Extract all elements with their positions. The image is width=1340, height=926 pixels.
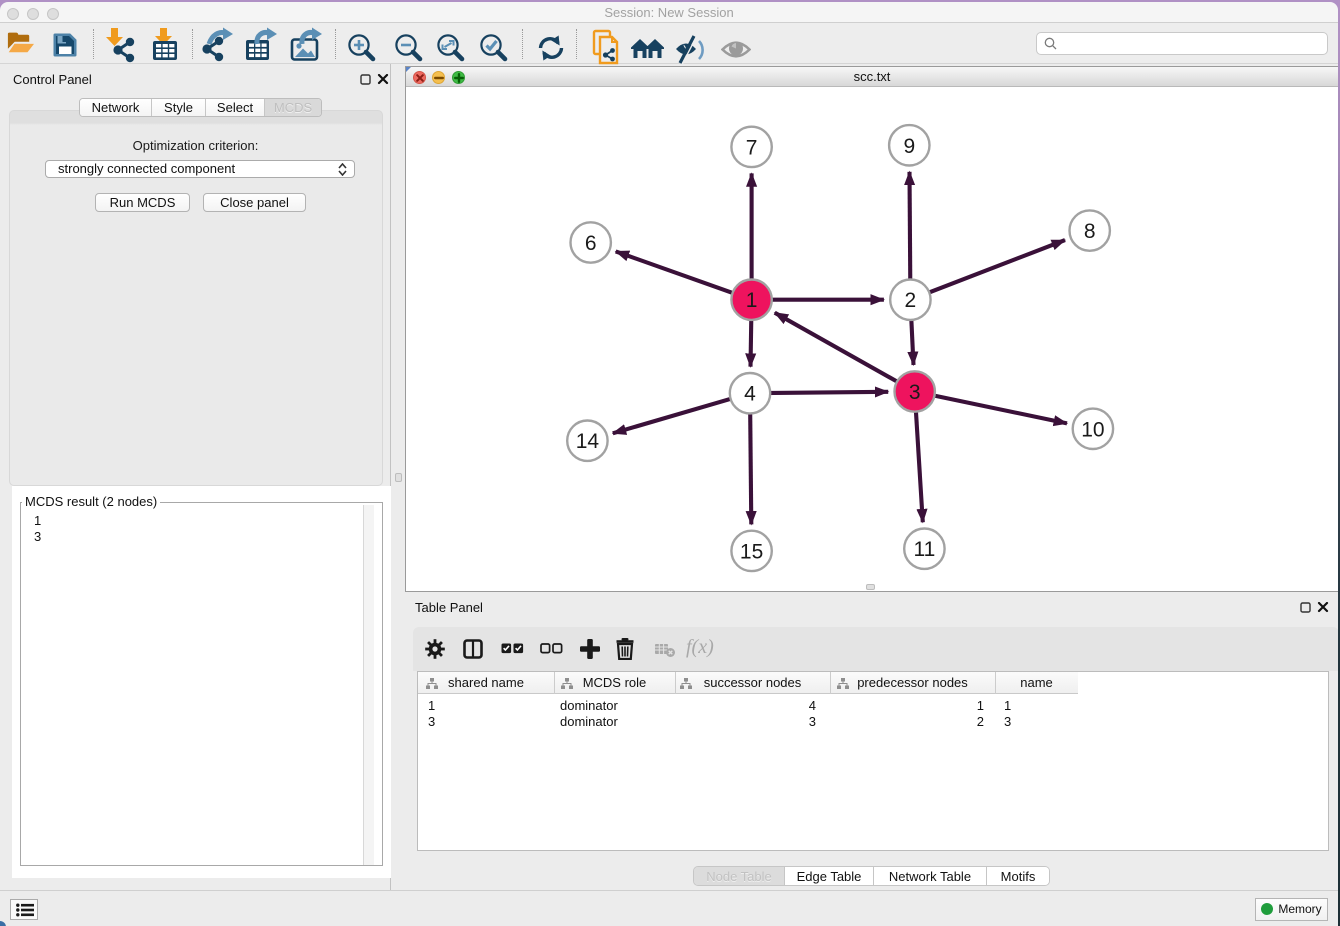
- svg-text:3: 3: [909, 381, 921, 404]
- svg-text:9: 9: [903, 135, 915, 158]
- svg-text:14: 14: [576, 430, 600, 453]
- svg-text:10: 10: [1081, 418, 1104, 441]
- svg-text:2: 2: [905, 289, 917, 312]
- svg-text:1: 1: [746, 289, 758, 312]
- svg-text:8: 8: [1084, 220, 1096, 243]
- svg-text:7: 7: [746, 136, 758, 159]
- svg-text:4: 4: [744, 383, 756, 406]
- svg-text:11: 11: [913, 538, 935, 561]
- svg-text:6: 6: [585, 232, 597, 255]
- svg-text:15: 15: [740, 540, 763, 563]
